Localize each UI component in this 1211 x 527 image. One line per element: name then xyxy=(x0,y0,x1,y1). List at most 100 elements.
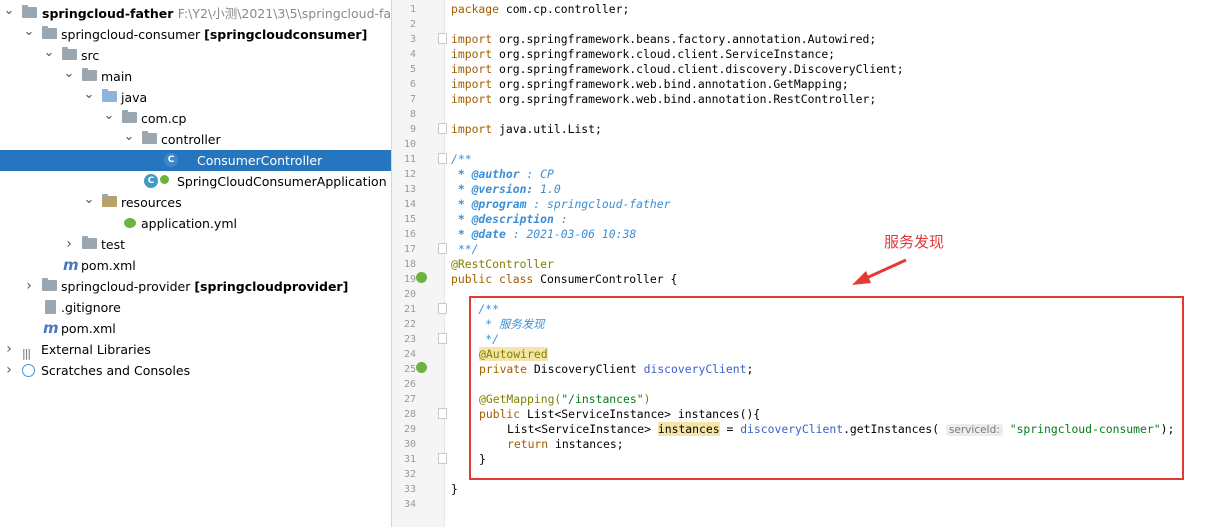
tree-node-consumer-pom[interactable]: m pom.xml xyxy=(0,255,391,276)
line-number: 21 xyxy=(403,304,416,315)
tree-node-root-pom[interactable]: m pom.xml xyxy=(0,318,391,339)
resources-folder-icon xyxy=(102,194,117,207)
tree-node-package[interactable]: com.cp xyxy=(0,108,391,129)
tree-node-scratches[interactable]: Scratches and Consoles xyxy=(0,360,391,381)
consumer-controller-label: ConsumerController xyxy=(197,153,323,168)
fold-marker[interactable] xyxy=(438,303,447,314)
chevron-down-icon[interactable] xyxy=(123,129,135,150)
main-label: main xyxy=(101,69,133,84)
tree-node-external-libraries[interactable]: ||| External Libraries xyxy=(0,339,391,360)
resources-label: resources xyxy=(121,195,182,210)
java-label: java xyxy=(121,90,148,105)
line-number: 23 xyxy=(403,334,416,345)
root-pom-label: pom.xml xyxy=(61,321,116,336)
src-label: src xyxy=(81,48,100,63)
external-libraries-label: External Libraries xyxy=(41,342,151,357)
package-icon xyxy=(142,131,157,144)
fold-marker[interactable] xyxy=(438,333,447,344)
controller-label: controller xyxy=(161,132,221,147)
code-line-14: * @program : springcloud-father xyxy=(451,197,671,211)
line-number: 12 xyxy=(403,169,416,180)
tree-node-root[interactable]: springcloud-father F:\Y2\小测\2021\3\5\spr… xyxy=(0,3,391,24)
module-folder-icon xyxy=(42,26,57,39)
tree-root-label: springcloud-father F:\Y2\小测\2021\3\5\spr… xyxy=(42,3,392,24)
tree-node-test[interactable]: test xyxy=(0,234,391,255)
code-line-13: * @version: 1.0 xyxy=(451,182,561,196)
spring-leaf-icon xyxy=(160,175,169,184)
tree-node-application-yml[interactable]: application.yml xyxy=(0,213,391,234)
chevron-down-icon[interactable] xyxy=(3,3,15,24)
code-line-4: import org.springframework.cloud.client.… xyxy=(451,47,836,61)
module-folder-icon xyxy=(22,5,37,18)
gitignore-file-icon xyxy=(45,300,56,314)
scratches-icon xyxy=(22,364,35,377)
chevron-right-icon[interactable] xyxy=(3,339,15,360)
fold-marker[interactable] xyxy=(438,123,447,134)
fold-marker[interactable] xyxy=(438,453,447,464)
test-label: test xyxy=(101,237,126,252)
line-number: 5 xyxy=(409,64,416,75)
gitignore-label: .gitignore xyxy=(61,300,121,315)
chevron-right-icon[interactable] xyxy=(23,276,35,297)
tree-node-src[interactable]: src xyxy=(0,45,391,66)
tree-node-java[interactable]: java xyxy=(0,87,391,108)
annotation-arrow xyxy=(852,258,907,285)
tree-node-gitignore[interactable]: .gitignore xyxy=(0,297,391,318)
code-line-15: * @description : xyxy=(451,212,568,226)
code-line-6: import org.springframework.web.bind.anno… xyxy=(451,77,849,91)
line-number: 24 xyxy=(403,349,416,360)
code-line-17: **/ xyxy=(451,242,479,256)
line-number: 14 xyxy=(403,199,416,210)
provider-module-label: springcloud-provider [springcloudprovide… xyxy=(61,279,349,294)
project-tree[interactable]: springcloud-father F:\Y2\小测\2021\3\5\spr… xyxy=(0,0,392,527)
line-number: 28 xyxy=(403,409,416,420)
chevron-down-icon[interactable] xyxy=(83,87,95,108)
line-number: 13 xyxy=(403,184,416,195)
fold-marker[interactable] xyxy=(438,243,447,254)
line-number: 34 xyxy=(403,499,416,510)
line-number: 31 xyxy=(403,454,416,465)
annotation-label: 服务发现 xyxy=(884,233,945,251)
line-number: 29 xyxy=(403,424,416,435)
line-number: 8 xyxy=(409,109,416,120)
tree-root-path: F:\Y2\小测\2021\3\5\springcloud-father xyxy=(177,6,392,21)
line-number: 20 xyxy=(403,289,416,300)
fold-marker[interactable] xyxy=(438,33,447,44)
line-number: 27 xyxy=(403,394,416,405)
line-number: 9 xyxy=(409,124,416,135)
line-number: 1 xyxy=(409,4,416,15)
folder-icon xyxy=(62,47,77,60)
line-number: 33 xyxy=(403,484,416,495)
line-number: 19 xyxy=(403,274,416,285)
line-number: 16 xyxy=(403,229,416,240)
tree-node-consumer-module[interactable]: springcloud-consumer [springcloudconsume… xyxy=(0,24,391,45)
code-line-9: import java.util.List; xyxy=(451,122,602,136)
code-line-18: @RestController xyxy=(451,257,554,271)
chevron-down-icon[interactable] xyxy=(23,24,35,45)
line-number: 7 xyxy=(409,94,416,105)
package-label: com.cp xyxy=(141,111,187,126)
chevron-down-icon[interactable] xyxy=(63,66,75,87)
autowired-gutter-icon[interactable] xyxy=(416,362,427,373)
code-line-19: public class ConsumerController { xyxy=(451,272,678,286)
fold-marker[interactable] xyxy=(438,408,447,419)
tree-node-resources[interactable]: resources xyxy=(0,192,391,213)
tree-node-consumer-controller[interactable]: C ConsumerController xyxy=(0,150,391,171)
code-line-1: package com.cp.controller; xyxy=(451,2,630,16)
fold-marker[interactable] xyxy=(438,153,447,164)
tree-node-provider-module[interactable]: springcloud-provider [springcloudprovide… xyxy=(0,276,391,297)
tree-node-controller[interactable]: controller xyxy=(0,129,391,150)
line-number: 3 xyxy=(409,34,416,45)
spring-bean-gutter-icon[interactable] xyxy=(416,272,427,283)
line-number: 25 xyxy=(403,364,416,375)
chevron-down-icon[interactable] xyxy=(83,192,95,213)
chevron-right-icon[interactable] xyxy=(63,234,75,255)
chevron-right-icon[interactable] xyxy=(3,360,15,381)
consumer-pom-label: pom.xml xyxy=(81,258,136,273)
line-number: 18 xyxy=(403,259,416,270)
chevron-down-icon[interactable] xyxy=(43,45,55,66)
tree-node-main[interactable]: main xyxy=(0,66,391,87)
tree-node-application-class[interactable]: C SpringCloudConsumerApplication xyxy=(0,171,391,192)
chevron-down-icon[interactable] xyxy=(103,108,115,129)
yaml-file-icon xyxy=(124,218,136,228)
